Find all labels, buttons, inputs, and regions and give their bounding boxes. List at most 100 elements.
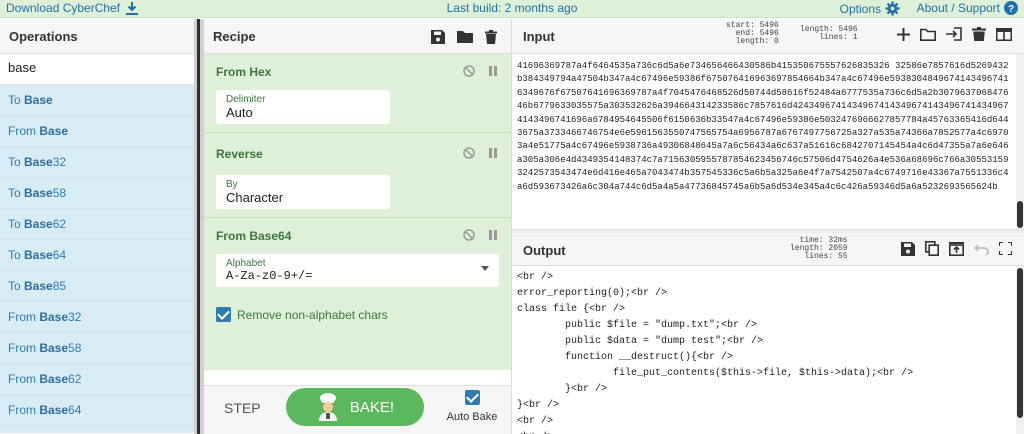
output-line: <br /> <box>517 272 554 283</box>
options-link[interactable]: Options <box>840 1 900 16</box>
trash-icon[interactable] <box>485 29 497 44</box>
alphabet-field[interactable]: Alphabet A-Za-z0-9+/= <box>216 254 499 287</box>
cyberchef-app: Download CyberChef Last build: 2 months … <box>0 0 1024 434</box>
operation-match: Base <box>39 310 69 324</box>
operation-prefix: To <box>8 217 25 231</box>
operation-item[interactable]: From Base32 <box>0 302 194 333</box>
operation-suffix: 32 <box>52 155 67 169</box>
operation-prefix: From <box>8 341 40 355</box>
folder-icon[interactable] <box>457 30 473 43</box>
operation-item[interactable]: From Base62 <box>0 364 194 395</box>
operation-prefix: From <box>8 403 40 417</box>
search-input[interactable] <box>8 60 178 75</box>
import-icon[interactable] <box>946 27 962 41</box>
stat-lines: lines: 1 <box>819 33 858 42</box>
operation-prefix: To <box>8 279 25 293</box>
output-textarea[interactable]: <br /> error_reporting(0);<br /> class fil… <box>512 266 1016 434</box>
operation-item[interactable]: To Base62 <box>0 209 194 240</box>
operation-prefix: From <box>8 372 40 386</box>
step-button[interactable]: STEP <box>224 400 261 416</box>
gear-icon <box>885 1 900 16</box>
operation-match: Base <box>24 279 53 293</box>
svg-text:?: ? <box>1008 4 1014 15</box>
pause-icon[interactable] <box>489 229 497 241</box>
output-line: }<br /> <box>517 400 560 411</box>
output-line: class file {<br /> <box>517 304 626 315</box>
maximise-icon[interactable] <box>999 241 1012 256</box>
output-line: error_reporting(0);<br /> <box>517 288 668 299</box>
save-icon[interactable] <box>431 29 445 44</box>
bake-button[interactable]: BAKE! <box>286 388 424 426</box>
operation-match: Base <box>24 155 53 169</box>
ingredient-from-base64[interactable]: From Base64 Alphabet A-Za-z0-9+/= Remove… <box>204 218 511 338</box>
ingredient-name: Reverse <box>216 147 263 161</box>
operation-item[interactable]: From Base <box>0 116 194 147</box>
checkbox-label: Remove non-alphabet chars <box>237 307 388 322</box>
output-line: file_put_contents($this->file, $this->da… <box>517 368 914 379</box>
input-selection-stats: start: 5496 end: 5496 length: 0 <box>726 22 779 46</box>
field-label: Alphabet <box>226 258 266 269</box>
open-folder-icon[interactable] <box>920 27 936 41</box>
operation-suffix: 64 <box>68 403 82 417</box>
disable-icon[interactable] <box>463 229 475 241</box>
replace-input-icon[interactable] <box>949 241 964 256</box>
field-value: Auto <box>226 105 253 120</box>
output-title: Output <box>523 243 566 258</box>
io-panel: Input start: 5496 end: 5496 length: 0 le… <box>512 19 1024 434</box>
operation-match: Base <box>24 186 53 200</box>
copy-icon[interactable] <box>925 241 939 256</box>
output-line: }<br /> <box>517 384 608 395</box>
help-icon: ? <box>1004 1 1018 15</box>
by-field[interactable]: By Character <box>216 175 390 209</box>
about-label: About / Support <box>916 1 1000 15</box>
save-output-icon[interactable] <box>901 241 915 256</box>
input-textarea[interactable]: 41696369787a4f6464535a736c6d5a6e73465646… <box>512 54 1016 229</box>
operations-search <box>0 54 194 85</box>
operation-match: Base <box>24 217 53 231</box>
operations-panel: Operations To BaseFrom BaseTo Base32To B… <box>0 19 194 434</box>
remove-non-alphabet-checkbox[interactable]: Remove non-alphabet chars <box>216 307 499 322</box>
disable-icon[interactable] <box>463 65 475 77</box>
operation-match: Base <box>39 372 69 386</box>
undo-icon[interactable] <box>974 241 989 256</box>
ingredient-name: From Base64 <box>216 229 292 243</box>
stat-lines: lines: 55 <box>804 252 848 261</box>
operation-prefix: To <box>8 186 25 200</box>
plus-icon[interactable] <box>897 27 910 41</box>
layout-icon[interactable] <box>996 27 1012 41</box>
input-scrollbar[interactable] <box>1016 54 1024 229</box>
output-scrollbar[interactable] <box>1016 266 1024 434</box>
operation-item[interactable]: From Base58 <box>0 333 194 364</box>
operations-list[interactable]: To Base From Base To Base32 To Base58 To Bas… <box>0 85 194 433</box>
input-header: Input start: 5496 end: 5496 length: 0 le… <box>512 19 1024 54</box>
operation-item[interactable]: To Base32 <box>0 147 194 178</box>
pause-icon[interactable] <box>489 65 497 77</box>
about-link[interactable]: About / Support ? <box>917 1 1018 15</box>
input-length-stats: length: 5496 lines: 1 <box>800 26 858 42</box>
disable-icon[interactable] <box>463 147 475 159</box>
operation-prefix: From <box>8 124 40 138</box>
output-header: Output time: 32ms length: 2059 lines: 55 <box>512 233 1024 266</box>
operation-item[interactable]: From Base64 <box>0 395 194 426</box>
auto-bake-toggle[interactable]: Auto Bake <box>442 388 502 423</box>
operation-prefix: To <box>8 248 25 262</box>
delimiter-field[interactable]: Delimiter Auto <box>216 90 390 124</box>
operation-match: Base <box>24 93 53 107</box>
output-line: function __destruct(){<br /> <box>517 352 734 363</box>
pause-icon[interactable] <box>489 147 497 159</box>
operation-item[interactable]: To Base58 <box>0 178 194 209</box>
column-resizer[interactable] <box>194 19 204 434</box>
ingredient-reverse[interactable]: Reverse By Character <box>204 133 511 218</box>
stat-length-sel: length: 0 <box>735 37 779 46</box>
output-stats: time: 32ms length: 2059 lines: 55 <box>790 237 848 261</box>
operation-item[interactable]: To Base64 <box>0 240 194 271</box>
checkbox-checked[interactable] <box>216 307 231 322</box>
clear-icon[interactable] <box>972 27 986 41</box>
caret-down-icon[interactable] <box>481 266 489 271</box>
ingredient-from-hex[interactable]: From Hex Delimiter Auto <box>204 54 511 133</box>
operation-item[interactable]: To Base <box>0 85 194 116</box>
operation-prefix: From <box>8 310 40 324</box>
auto-bake-checkbox[interactable] <box>464 390 480 405</box>
operation-item[interactable]: To Base85 <box>0 271 194 302</box>
output-line: <br /> <box>517 430 1011 434</box>
